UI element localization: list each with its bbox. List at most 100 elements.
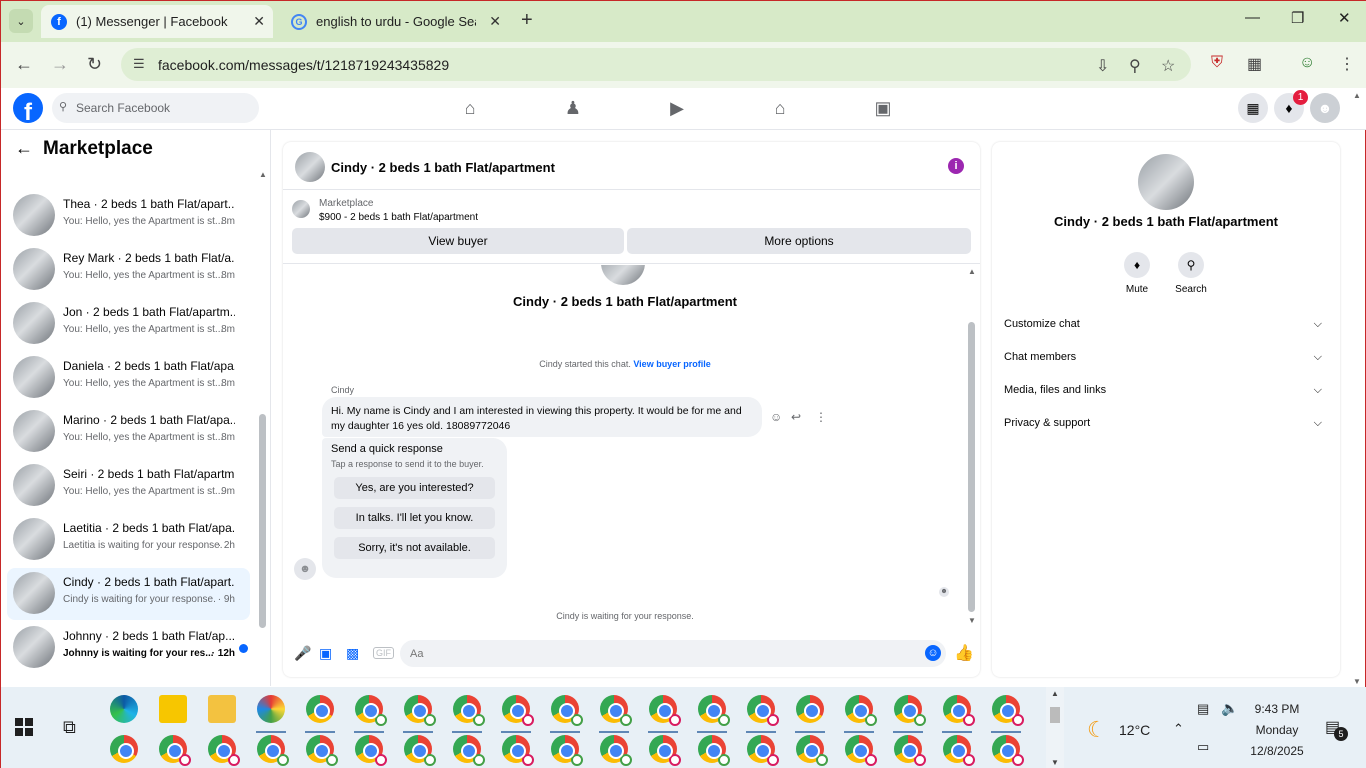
chrome-icon[interactable]	[159, 735, 191, 766]
view-buyer-profile-link[interactable]: View buyer profile	[633, 359, 710, 369]
moon-weather-icon[interactable]: ☾	[1087, 717, 1107, 743]
reload-icon[interactable]: ↻	[87, 54, 102, 75]
install-app-icon[interactable]: ⇩	[1096, 56, 1109, 76]
sticker-icon[interactable]: ▩	[346, 645, 359, 662]
reply-icon[interactable]: ↩	[791, 410, 801, 424]
speaker-icon[interactable]: 🔈	[1221, 700, 1238, 717]
chat-title[interactable]: Cindy · 2 beds 1 bath Flat/apartment	[331, 160, 555, 175]
microphone-icon[interactable]: 🎤	[294, 645, 311, 662]
conversation-item[interactable]: Laetitia · 2 beds 1 bath Flat/apa... Laet…	[7, 514, 250, 566]
friends-icon[interactable]: ♟	[562, 97, 584, 119]
chrome-icon[interactable]	[453, 695, 485, 726]
conversation-scrollbar-thumb[interactable]	[259, 414, 266, 628]
chrome-icon[interactable]	[306, 695, 334, 723]
system-clock[interactable]: 9:43 PM Monday 12/8/2025	[1247, 699, 1307, 762]
chrome-icon[interactable]	[355, 695, 387, 726]
media-files-links-row[interactable]: Media, files and links ⌵	[1004, 384, 1328, 404]
chrome-icon[interactable]	[551, 735, 583, 766]
sticky-notes-icon[interactable]	[159, 695, 187, 723]
video-icon[interactable]: ▶	[666, 97, 688, 119]
conversation-item[interactable]: Seiri · 2 beds 1 bath Flat/apartm... You:…	[7, 460, 250, 512]
new-tab-icon[interactable]: +	[521, 9, 533, 32]
minimize-icon[interactable]: —	[1245, 9, 1260, 26]
close-tab-icon[interactable]: ✕	[489, 13, 501, 30]
profile-icon[interactable]: ☺	[1299, 54, 1315, 72]
chrome-icon[interactable]	[600, 735, 632, 766]
chrome-icon[interactable]	[845, 735, 877, 766]
chrome-icon[interactable]	[796, 735, 828, 766]
tab-search-chevron-icon[interactable]: ⌄	[9, 9, 33, 33]
conversation-item[interactable]: Daniela · 2 beds 1 bath Flat/apa... You: …	[7, 352, 250, 404]
details-avatar[interactable]	[1138, 154, 1194, 210]
chrome-icon[interactable]	[502, 735, 534, 766]
chrome-icon[interactable]	[698, 735, 730, 766]
chat-scrollbar-thumb[interactable]	[968, 322, 975, 612]
chrome-icon[interactable]	[551, 695, 583, 726]
chrome-icon[interactable]	[747, 695, 779, 726]
chrome-icon[interactable]	[404, 735, 436, 766]
conversation-item[interactable]: Rey Mark · 2 beds 1 bath Flat/a... You: H…	[7, 244, 250, 296]
conversation-item[interactable]: Thea · 2 beds 1 bath Flat/apart... You: H…	[7, 190, 250, 242]
zoom-icon[interactable]: ⚲	[1129, 56, 1141, 76]
bookmark-star-icon[interactable]: ☆	[1161, 56, 1175, 76]
gif-icon[interactable]: GIF	[373, 647, 394, 659]
marketplace-icon[interactable]: ⌂	[769, 97, 791, 119]
site-info-icon[interactable]: ☰	[133, 56, 145, 72]
file-explorer-icon[interactable]	[208, 695, 236, 723]
quick-reply-not-available-button[interactable]: Sorry, it's not available.	[334, 537, 495, 559]
chrome-icon[interactable]	[992, 695, 1024, 726]
emoji-icon[interactable]: ☺	[925, 645, 941, 661]
more-actions-icon[interactable]: ⋮	[815, 410, 827, 424]
paint-icon[interactable]	[257, 695, 285, 723]
conversation-item[interactable]: Jon · 2 beds 1 bath Flat/apartm... You: H…	[7, 298, 250, 350]
chrome-icon[interactable]	[796, 695, 824, 723]
home-icon[interactable]: ⌂	[459, 97, 481, 119]
chrome-icon[interactable]	[992, 735, 1024, 766]
react-emoji-icon[interactable]: ☺	[770, 410, 782, 424]
search-button[interactable]: ⚲ Search	[1166, 252, 1216, 295]
chrome-icon[interactable]	[257, 735, 289, 766]
more-options-button[interactable]: More options	[627, 228, 971, 254]
chrome-icon[interactable]	[649, 695, 681, 726]
chrome-icon[interactable]	[747, 735, 779, 766]
tray-chevron-icon[interactable]: ⌃	[1173, 721, 1184, 737]
view-buyer-button[interactable]: View buyer	[292, 228, 624, 254]
page-scrollbar[interactable]: ▲ ▼	[1351, 91, 1365, 686]
chrome-icon[interactable]	[649, 735, 681, 766]
listing-thumbnail[interactable]	[292, 200, 310, 218]
back-arrow-icon[interactable]: ←	[15, 138, 33, 159]
edge-browser-icon[interactable]	[110, 695, 138, 723]
forward-icon[interactable]: →	[51, 54, 69, 75]
window-close-icon[interactable]: ✕	[1338, 9, 1351, 27]
chrome-icon[interactable]	[600, 695, 632, 726]
message-input[interactable]	[400, 640, 946, 667]
chrome-icon[interactable]	[894, 735, 926, 766]
menu-grid-icon[interactable]: ▦	[1238, 93, 1268, 123]
chrome-icon[interactable]	[355, 735, 387, 766]
account-avatar[interactable]: ☻	[1310, 93, 1340, 123]
chrome-icon[interactable]	[894, 695, 926, 726]
conversation-item[interactable]: Marino · 2 beds 1 bath Flat/apa... You: H…	[7, 406, 250, 458]
back-icon[interactable]: ←	[15, 54, 33, 75]
privacy-support-row[interactable]: Privacy & support ⌵	[1004, 417, 1328, 437]
task-view-icon[interactable]: ⧉	[63, 717, 76, 738]
chrome-icon[interactable]	[698, 695, 730, 726]
chrome-icon[interactable]	[208, 735, 240, 766]
address-bar[interactable]: ☰ facebook.com/messages/t/12187192434358…	[121, 48, 1191, 81]
conversation-item[interactable]: Cindy · 2 beds 1 bath Flat/apart... Cindy…	[7, 568, 250, 620]
chrome-icon[interactable]	[306, 735, 338, 766]
chat-avatar[interactable]	[295, 152, 325, 182]
tab-messenger[interactable]: f (1) Messenger | Facebook ✕	[41, 5, 273, 38]
mute-button[interactable]: ♦ Mute	[1112, 252, 1162, 295]
display-icon[interactable]: ▭	[1197, 739, 1209, 755]
chrome-icon[interactable]	[502, 695, 534, 726]
chrome-icon[interactable]	[845, 695, 877, 726]
conversation-item[interactable]: Johnny · 2 beds 1 bath Flat/ap... Johnny …	[7, 622, 250, 674]
chrome-icon[interactable]	[943, 695, 975, 726]
extension-shield-icon[interactable]: ⛨	[1211, 54, 1223, 72]
facebook-search-input[interactable]: ⚲ Search Facebook	[52, 93, 259, 123]
taskbar-scrollbar[interactable]: ▲ ▼	[1046, 687, 1064, 768]
temperature[interactable]: 12°C	[1119, 722, 1150, 738]
gaming-icon[interactable]: ▣	[872, 97, 894, 119]
tab-google-search[interactable]: G english to urdu - Google Search ✕	[281, 5, 509, 38]
